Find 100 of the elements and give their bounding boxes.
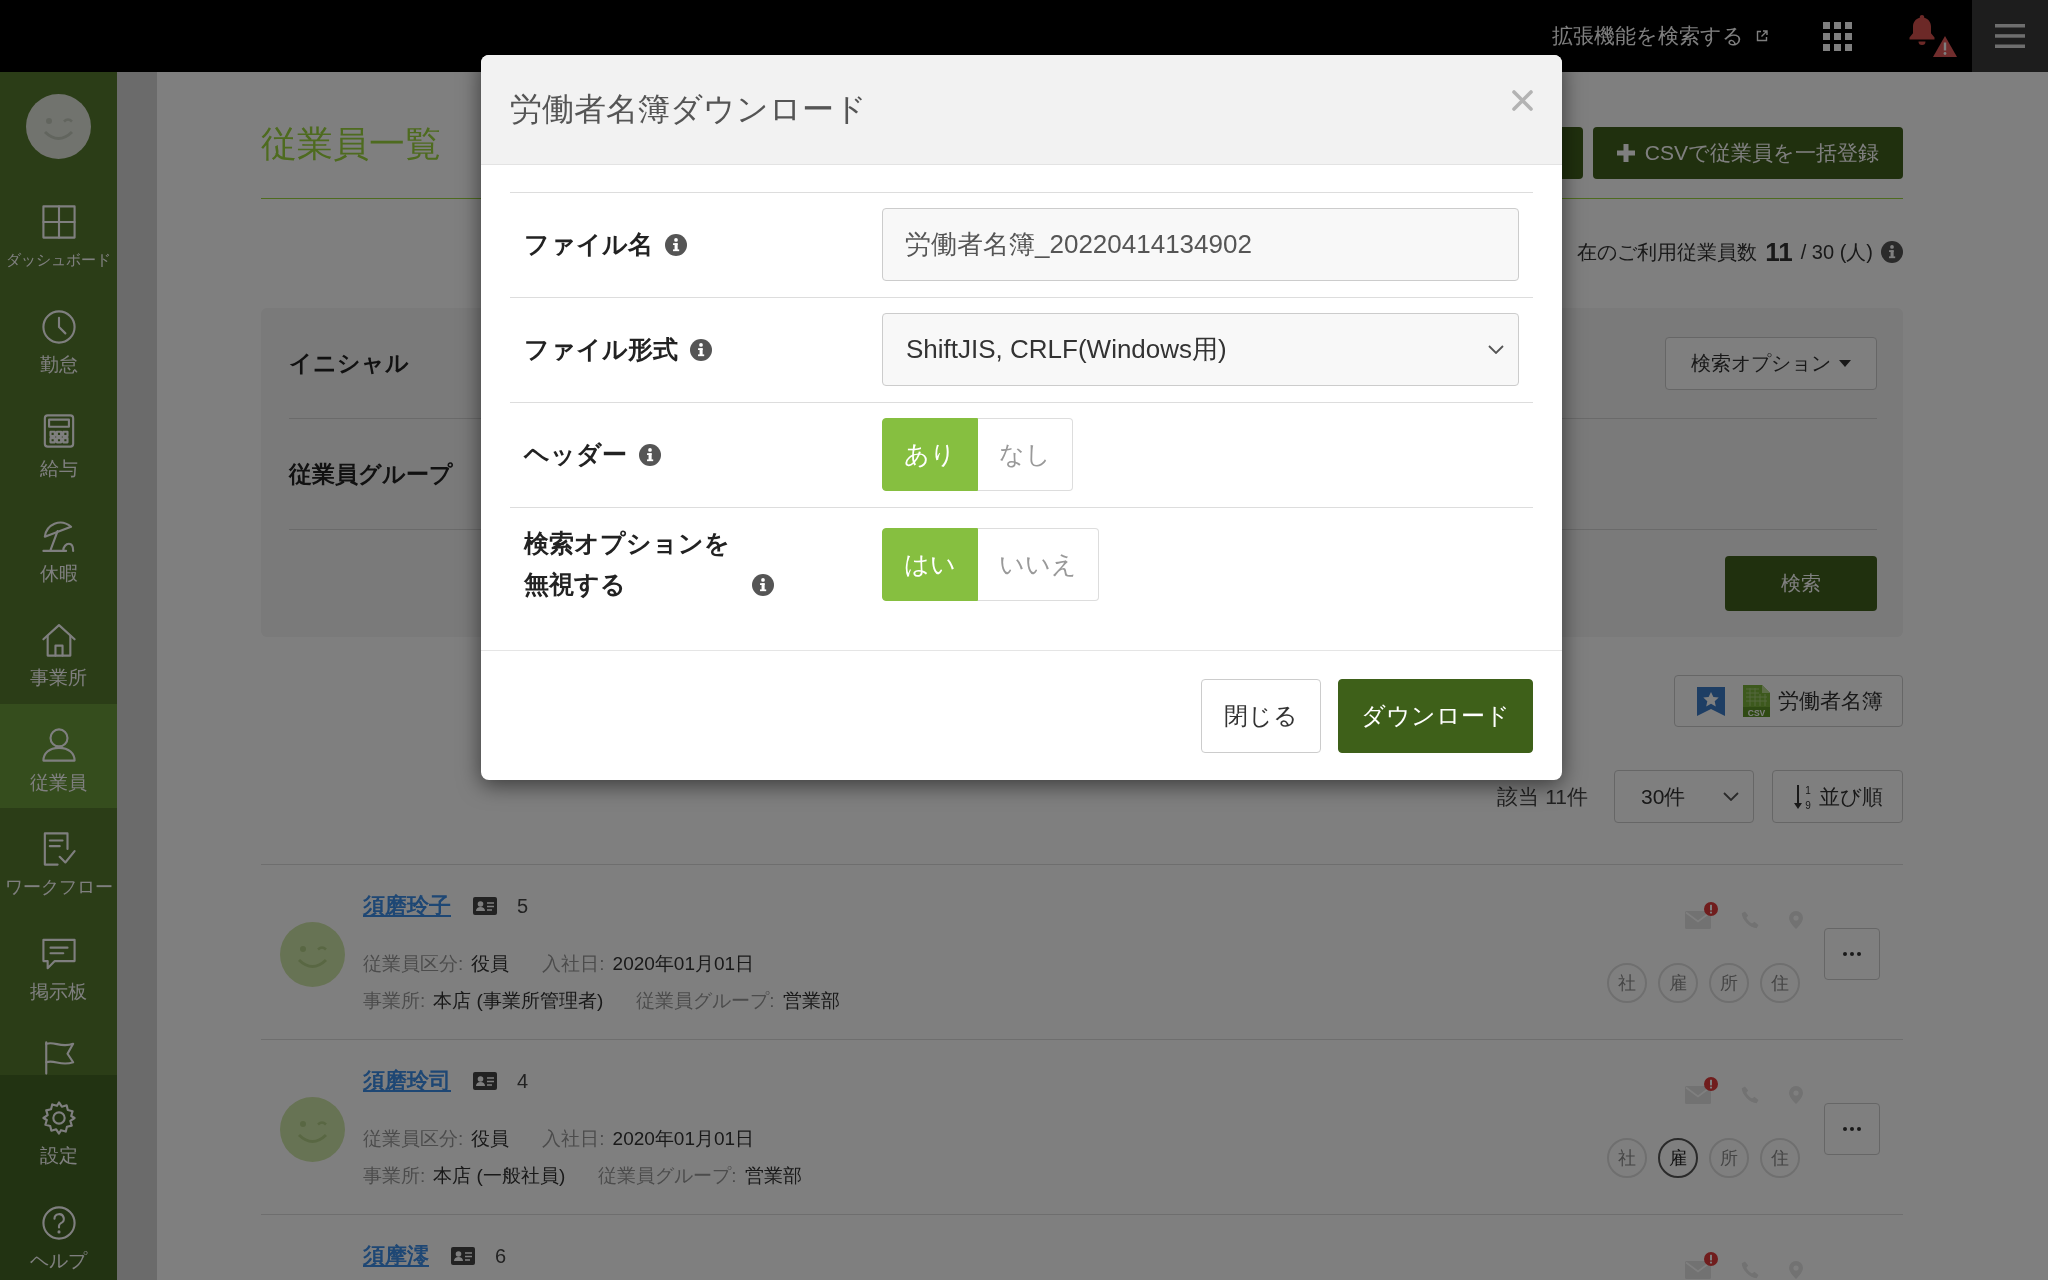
grid-icon <box>1823 21 1852 51</box>
employee-number: 4 <box>517 1069 529 1093</box>
employee-number: 6 <box>495 1244 507 1268</box>
avatar-icon <box>280 1097 345 1162</box>
status-badge: 住 <box>1760 963 1800 1003</box>
settings-icon <box>41 1101 76 1135</box>
detail-value: 営業部 <box>744 1164 802 1188</box>
format-select[interactable]: ShiftJIS, CRLF(Windows用) <box>882 313 1519 386</box>
close-button[interactable] <box>1512 90 1533 111</box>
nav-item[interactable]: 従業員 <box>0 703 117 808</box>
menu-button[interactable] <box>1972 0 2048 72</box>
result-count: 該当 11件 <box>1497 783 1588 810</box>
calculator-icon <box>41 414 76 448</box>
status-badge: 社 <box>1607 963 1647 1003</box>
status-badge: 雇 <box>1658 1138 1698 1178</box>
filename-input[interactable]: 労働者名簿_20220414134902 <box>882 208 1519 281</box>
clock-icon <box>41 309 76 344</box>
mail-icon <box>1685 911 1711 929</box>
per-page-select[interactable]: 30件 <box>1614 770 1754 823</box>
chevron-down-icon <box>1488 345 1504 354</box>
dialog-title: 労働者名簿ダウンロード <box>510 89 868 129</box>
detail-value: 役員 <box>471 1127 510 1151</box>
beach-umbrella-icon <box>41 518 76 553</box>
filter-label: イニシャル <box>289 348 409 378</box>
more-button[interactable] <box>1824 1103 1880 1155</box>
nav-item[interactable]: ワークフロー <box>0 808 117 913</box>
dialog-button[interactable]: 閉じる <box>1201 679 1321 753</box>
filter-label: 従業員グループ <box>289 459 453 489</box>
field-label: ヘッダー <box>524 439 627 470</box>
status-badge: 所 <box>1709 1138 1749 1178</box>
search-options-button[interactable]: 検索オプション <box>1665 336 1877 390</box>
chevron-down-icon <box>1723 792 1739 801</box>
speech-bubble-icon <box>41 936 76 971</box>
nav-item[interactable]: 給与 <box>0 390 117 495</box>
id-card-icon <box>473 1072 497 1090</box>
field-label: 検索オプションを無視する <box>524 528 731 600</box>
employee-name-link[interactable]: 須摩澪 <box>363 1241 429 1271</box>
detail-value: 本店 (事業所管理者) <box>433 989 604 1013</box>
apps-button[interactable] <box>1823 21 1852 51</box>
extension-search-link[interactable]: 拡張機能を検索する <box>1552 22 1768 50</box>
nav-item[interactable]: ダッシュボード <box>0 181 117 286</box>
info-icon <box>690 339 712 361</box>
toggle-option[interactable]: はい <box>882 527 978 601</box>
status-badge: 住 <box>1760 1138 1800 1178</box>
mail-icon <box>1685 1086 1711 1104</box>
detail-value: 本店 (一般社員) <box>433 1164 566 1188</box>
caret-down-icon <box>1839 359 1851 367</box>
toggle-option[interactable]: なし <box>978 418 1073 491</box>
usage-label: 在のご利用従業員数 <box>1577 239 1758 265</box>
employee-name-link[interactable]: 須磨玲司 <box>363 1066 451 1096</box>
bookmark-star-icon <box>1697 686 1725 716</box>
detail-value: 2020年01月01日 <box>612 1127 755 1151</box>
avatar-icon <box>280 922 345 987</box>
csv-file-icon: CSV <box>1743 685 1770 717</box>
info-icon <box>1881 241 1903 263</box>
notifications-button[interactable] <box>1909 15 1957 57</box>
field-label: ファイル名 <box>524 229 653 260</box>
id-card-icon <box>473 897 497 915</box>
status-badge: 所 <box>1709 963 1749 1003</box>
employee-number: 5 <box>517 894 529 918</box>
search-button[interactable]: 検索 <box>1725 556 1877 611</box>
action-button[interactable]: CSVで従業員を一括登録 <box>1592 127 1903 179</box>
external-link-icon <box>1756 30 1768 42</box>
nav-item[interactable]: 休暇 <box>0 494 117 599</box>
close-icon <box>1512 90 1533 111</box>
person-icon <box>41 727 76 762</box>
info-icon <box>665 234 687 256</box>
usage-count: 11 <box>1765 236 1793 268</box>
detail-value: 営業部 <box>782 989 840 1013</box>
nav-item[interactable]: 事業所 <box>0 599 117 704</box>
id-card-icon <box>451 1247 475 1265</box>
roster-download-button[interactable]: CSV 労働者名簿 <box>1674 675 1903 727</box>
page-title: 従業員一覧 <box>261 127 442 161</box>
employee-name-link[interactable]: 須磨玲子 <box>363 891 451 921</box>
detail-value: 2020年01月01日 <box>612 952 755 976</box>
ellipsis-icon <box>1843 1127 1861 1131</box>
usage-limit: / 30 (人) <box>1800 239 1873 265</box>
nav-item[interactable]: 掲示板 <box>0 912 117 1017</box>
nav-item[interactable]: 勤怠 <box>0 285 117 390</box>
nav-item[interactable]: 設定 <box>0 1077 117 1182</box>
avatar-icon <box>26 94 91 159</box>
more-button[interactable] <box>1824 928 1880 980</box>
plus-icon <box>1616 144 1635 162</box>
status-badge: 雇 <box>1658 963 1698 1003</box>
ellipsis-icon <box>1843 952 1861 956</box>
detail-value: 役員 <box>471 952 510 976</box>
help-icon <box>41 1205 76 1240</box>
info-icon <box>752 574 774 596</box>
status-badge: 社 <box>1607 1138 1647 1178</box>
info-icon <box>639 444 661 466</box>
menu-icon <box>1995 24 2025 48</box>
house-icon <box>41 623 76 657</box>
field-label: ファイル形式 <box>524 334 678 365</box>
dialog-button[interactable]: ダウンロード <box>1338 679 1533 753</box>
toggle-option[interactable]: いいえ <box>978 527 1099 601</box>
checklist-icon <box>41 832 76 866</box>
nav-item[interactable]: ヘルプ <box>0 1181 117 1280</box>
bell-icon <box>1909 15 1935 46</box>
toggle-option[interactable]: あり <box>882 418 978 491</box>
dashboard-icon <box>41 205 76 239</box>
